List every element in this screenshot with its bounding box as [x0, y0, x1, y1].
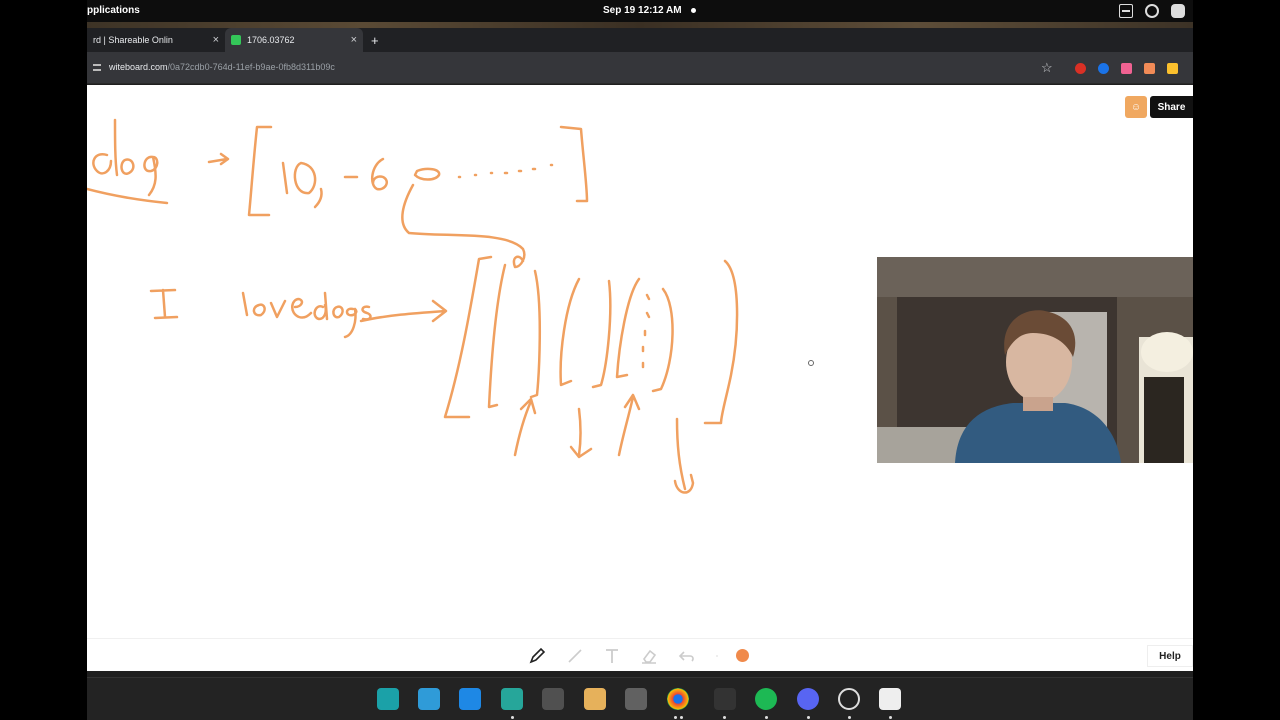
applications-menu[interactable]: pplications	[87, 5, 140, 16]
running-indicator	[807, 716, 810, 719]
dock-terminal-icon[interactable]	[542, 688, 564, 710]
text-icon[interactable]	[603, 647, 621, 665]
dock-settings-icon[interactable]	[625, 688, 647, 710]
share-button[interactable]: Share	[1150, 96, 1193, 118]
stroke-word-love	[241, 291, 313, 319]
dock-app-search-icon[interactable]	[377, 688, 399, 710]
stroke-column-2	[559, 277, 612, 389]
close-icon[interactable]: ×	[351, 34, 357, 46]
stroke-arrow-down-2	[673, 417, 695, 494]
drawing-toolbar: Help	[87, 638, 1193, 671]
dock-obs-icon[interactable]	[838, 688, 860, 710]
stroke-dots	[457, 163, 554, 179]
tab-arxiv[interactable]: 1706.03762 ×	[225, 28, 363, 52]
dock-discord-icon[interactable]	[797, 688, 819, 710]
running-indicator	[889, 716, 892, 719]
extension-yellow-icon[interactable]	[1167, 63, 1178, 74]
line-icon[interactable]	[566, 647, 584, 665]
close-icon[interactable]: ×	[213, 34, 219, 46]
toolbar-separator	[716, 655, 718, 657]
stroke-column-1	[487, 263, 542, 409]
stroke-arrow-1	[207, 152, 230, 166]
tray-grid-icon[interactable]	[1119, 4, 1133, 18]
running-indicator	[511, 716, 514, 719]
stroke-column-3	[615, 277, 674, 393]
url-field[interactable]: witeboard.com/0a72cdb0-764d-11ef-b9ae-0f…	[109, 62, 335, 72]
url-path: /0a72cdb0-764d-11ef-b9ae-0fb8d311b09c	[167, 62, 335, 72]
desktop-screen: pplications Sep 19 12:12 AM rd | Shareab…	[87, 0, 1193, 720]
bookmark-star-icon[interactable]: ☆	[1041, 60, 1053, 76]
dock-app-window-icon[interactable]	[418, 688, 440, 710]
system-tray	[1119, 4, 1185, 18]
running-indicator	[723, 716, 726, 719]
clock[interactable]: Sep 19 12:12 AM	[603, 5, 682, 16]
undo-icon[interactable]	[678, 647, 696, 665]
dock-store-icon[interactable]	[584, 688, 606, 710]
favicon-icon	[231, 35, 241, 45]
pen-icon[interactable]	[528, 647, 546, 665]
help-button[interactable]: Help	[1147, 645, 1193, 667]
url-host: witeboard.com	[109, 62, 168, 72]
network-icon[interactable]	[1145, 4, 1159, 18]
stroke-arrow-down-1	[569, 407, 593, 459]
stroke-word-dogs	[313, 291, 372, 339]
tab-witeboard[interactable]: rd | Shareable Onlin ×	[87, 28, 225, 52]
stroke-arrow-up-2	[617, 393, 641, 457]
user-avatar-icon[interactable]: ☺	[1125, 96, 1147, 118]
dock-vscode-icon[interactable]	[714, 688, 736, 710]
site-settings-icon[interactable]	[93, 64, 101, 71]
stroke-bracket-left-1	[247, 125, 273, 217]
stroke-bracket-right-1	[559, 125, 589, 203]
gamepad-icon[interactable]	[1171, 4, 1185, 18]
stroke-curve-connector	[401, 183, 526, 269]
webcam-feed	[877, 257, 1193, 463]
extension-blue-icon[interactable]	[1098, 63, 1109, 74]
cursor-icon	[808, 360, 814, 366]
stroke-arrow-up-1	[513, 397, 537, 457]
whiteboard-canvas[interactable]: ☺ Share Help	[87, 85, 1193, 671]
stroke-zero	[413, 167, 441, 181]
system-dock	[87, 677, 1193, 720]
dock-doc-settings-icon[interactable]	[879, 688, 901, 710]
tab-label: rd | Shareable Onlin	[93, 35, 173, 45]
dock-spotify-icon[interactable]	[755, 688, 777, 710]
webcam-overlay[interactable]	[877, 257, 1193, 463]
extension-orange-icon[interactable]	[1144, 63, 1155, 74]
stroke-letter-i	[149, 288, 179, 320]
tab-label: 1706.03762	[247, 35, 295, 45]
browser-tab-strip: rd | Shareable Onlin × 1706.03762 × +	[87, 28, 1193, 52]
new-tab-button[interactable]: +	[371, 33, 379, 48]
stroke-minus-six	[343, 157, 388, 191]
running-indicator	[674, 716, 677, 719]
stroke-bracket-left-2	[443, 255, 493, 419]
dock-chrome-icon[interactable]	[667, 688, 689, 710]
stroke-bracket-right-2	[703, 259, 739, 425]
system-top-bar: pplications Sep 19 12:12 AM	[87, 0, 1193, 22]
extensions-bar	[1075, 63, 1178, 74]
extension-pink-icon[interactable]	[1121, 63, 1132, 74]
running-indicator	[848, 716, 851, 719]
running-indicator	[680, 716, 683, 719]
color-dot-icon[interactable]	[736, 649, 749, 662]
stroke-digits	[281, 161, 323, 209]
dock-app-grid-icon[interactable]	[459, 688, 481, 710]
stroke-arrow-2	[359, 299, 448, 323]
notification-dot-icon	[691, 8, 696, 13]
eraser-icon[interactable]	[640, 647, 658, 665]
extension-red-icon[interactable]	[1075, 63, 1086, 74]
address-bar: witeboard.com/0a72cdb0-764d-11ef-b9ae-0f…	[87, 52, 1193, 84]
dock-files-icon[interactable]	[501, 688, 523, 710]
running-indicator	[765, 716, 768, 719]
stroke-word-dog	[87, 118, 169, 205]
